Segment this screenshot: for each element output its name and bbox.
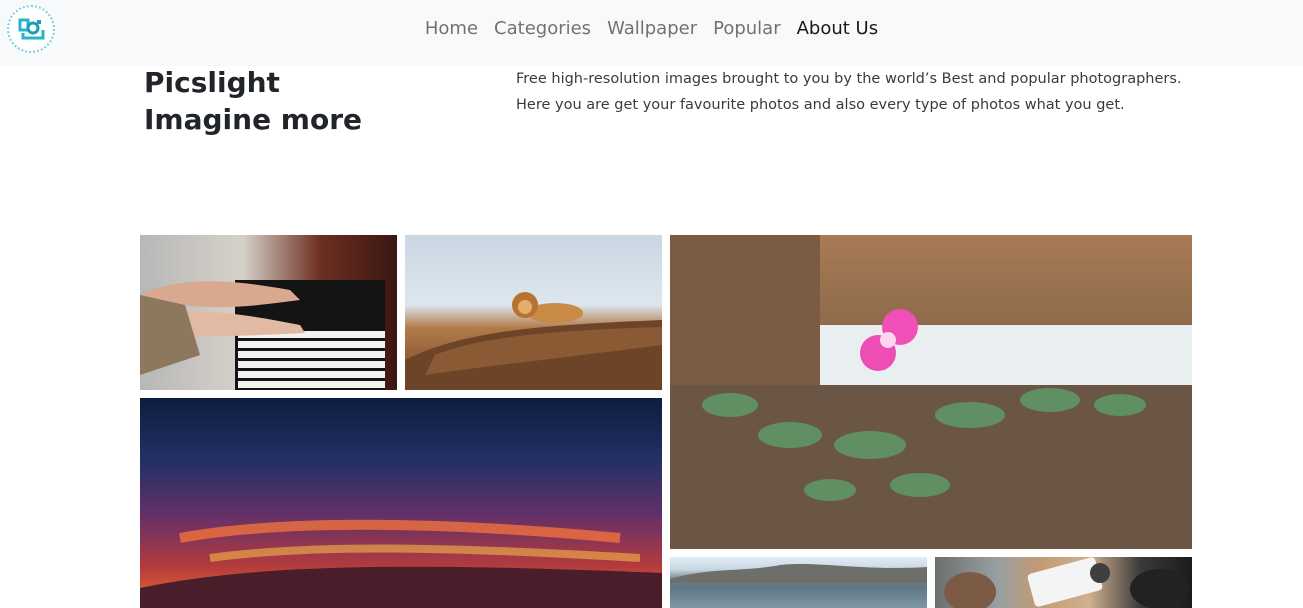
nav-about-us[interactable]: About Us [797,18,879,39]
hero-title: Picslight Imagine more [144,64,362,138]
hero-desc-line1: Free high-resolution images brought to y… [516,71,1182,87]
hero-title-line1: Picslight [144,66,280,99]
main-nav: Home Categories Wallpaper Popular About … [0,18,1303,39]
nav-wallpaper[interactable]: Wallpaper [607,18,697,39]
nav-categories[interactable]: Categories [494,18,591,39]
sunset-image [140,519,662,608]
lake-image [670,564,927,583]
navbar: Home Categories Wallpaper Popular About … [0,0,1303,66]
hero-desc-line2: Here you are get your favourite photos a… [516,97,1125,113]
gallery-photo-lake[interactable] [670,557,927,608]
people-image [944,557,1190,608]
nav-popular[interactable]: Popular [713,18,781,39]
hero-description: Free high-resolution images brought to y… [516,66,1216,118]
lion-image [405,292,662,390]
flower-image [670,235,1192,549]
gallery-photo-people[interactable] [935,557,1192,608]
gallery-photo-lion[interactable] [405,235,662,390]
gallery-photo-sunset[interactable] [140,398,662,608]
gallery-photo-flower[interactable] [670,235,1192,549]
hero-title-line2: Imagine more [144,103,363,136]
piano-image [140,280,385,390]
gallery-photo-piano[interactable] [140,235,397,390]
nav-home[interactable]: Home [425,18,478,39]
